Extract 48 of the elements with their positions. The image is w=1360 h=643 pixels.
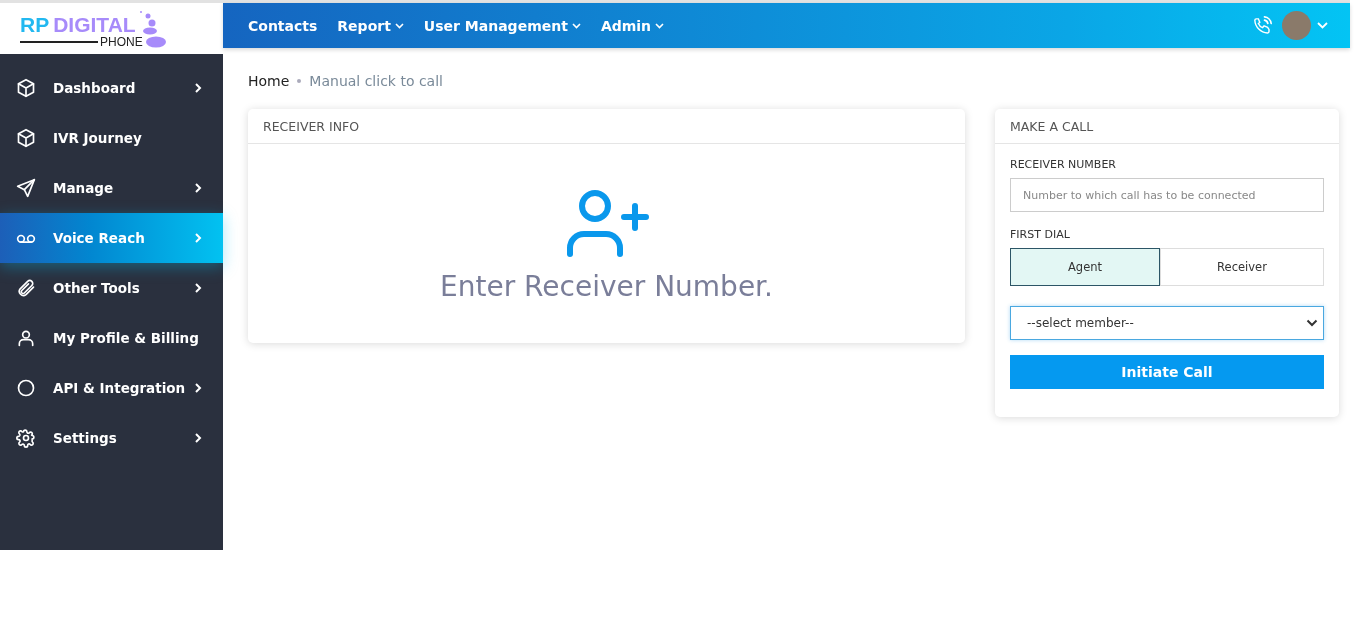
caret-icon[interactable]	[1317, 22, 1328, 29]
oval-icon	[144, 35, 167, 48]
cube-icon	[16, 128, 36, 148]
add-user-icon	[564, 188, 649, 258]
sidebar-item-label: IVR Journey	[53, 130, 143, 146]
nav-link[interactable]: Admin	[600, 17, 665, 34]
sidebar-item[interactable]: Settings	[0, 413, 223, 463]
sidebar-item[interactable]: API & Integration	[0, 363, 223, 413]
field-label: FIRST DIAL	[1010, 228, 1071, 241]
breadcrumb-link[interactable]: Home	[248, 73, 290, 89]
sidebar-item-label: API & Integration	[53, 380, 187, 396]
nav-link[interactable]: Report	[337, 17, 404, 34]
nav-link[interactable]: Contacts	[248, 17, 318, 34]
card-title: MAKE A CALL	[995, 109, 1339, 144]
logo-tagline: PHONE	[100, 34, 143, 49]
sidebar-item-label: Voice Reach	[53, 230, 146, 246]
sidebar-item[interactable]: Dashboard	[0, 63, 223, 113]
sidebar-item-label: Settings	[53, 430, 118, 446]
empty-state-message: Enter Receiver Number.	[440, 270, 773, 303]
sidebar-item-label: Other Tools	[53, 280, 141, 296]
logo-text: DIGITAL	[53, 13, 136, 35]
toggle-option[interactable]: Agent	[1010, 248, 1160, 286]
receiver-number-input[interactable]: Number to which call has to be connected	[1010, 178, 1324, 212]
sidebar-item[interactable]: Other Tools	[0, 263, 223, 313]
field-label: RECEIVER NUMBER	[1010, 158, 1117, 171]
sidebar-item-label: Manage	[53, 180, 115, 196]
sidebar-item[interactable]: Manage	[0, 163, 223, 213]
logo-text: RP	[20, 13, 50, 35]
user-icon	[16, 328, 36, 348]
sidebar-item[interactable]: My Profile & Billing	[0, 313, 223, 363]
paperclip-icon	[16, 278, 36, 298]
settings-icon	[16, 428, 36, 448]
member-select[interactable]: --select member--	[1010, 306, 1324, 340]
avatar[interactable]	[1282, 11, 1311, 40]
chevron-down-icon	[1306, 319, 1318, 327]
cube-icon	[16, 78, 36, 98]
nav-link[interactable]: User Management	[423, 17, 581, 34]
sidebar-item[interactable]: IVR Journey	[0, 113, 223, 163]
circle-icon	[16, 378, 36, 398]
card-title: RECEIVER INFO	[248, 109, 965, 144]
sidebar-item-label: Dashboard	[53, 80, 137, 96]
dots-icon	[137, 8, 160, 35]
sidebar-item[interactable]: Voice Reach	[0, 213, 223, 263]
toggle-option[interactable]: Receiver	[1160, 248, 1324, 286]
phone-call-icon[interactable]	[1252, 15, 1272, 36]
paper-plane-icon	[16, 178, 36, 198]
sidebar-item-label: My Profile & Billing	[53, 330, 200, 346]
breadcrumb-current: Manual click to call	[309, 73, 443, 89]
